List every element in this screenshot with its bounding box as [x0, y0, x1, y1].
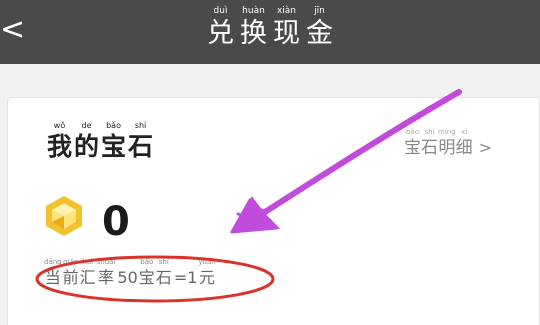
gems-card: wǒ 我 de 的 bǎo 宝 shí 石 bǎo 宝 shí 石 míng 明 xì 细 > …	[7, 97, 540, 325]
title-char: jīn 金	[306, 6, 333, 49]
exchange-rate-text: dāng 当 qián 前 huì 汇 shuài 率 50 bǎo 宝 shí 石 =1 …	[44, 258, 216, 287]
title-char: huàn 换	[240, 6, 267, 49]
page-title: duì 兑 huàn 换 xiàn 现 jīn 金	[0, 6, 540, 51]
header-bar: < duì 兑 huàn 换 xiàn 现 jīn 金	[0, 0, 540, 64]
gem-balance: 0	[102, 199, 130, 245]
title-char: duì 兑	[207, 6, 234, 49]
chevron-right-icon: >	[478, 138, 493, 157]
gem-details-link[interactable]: bǎo 宝 shí 石 míng 明 xì 细 >	[404, 128, 492, 159]
title-char: xiàn 现	[273, 6, 300, 49]
my-gems-heading: wǒ 我 de 的 bǎo 宝 shí 石	[47, 121, 154, 161]
gem-icon	[46, 196, 82, 236]
